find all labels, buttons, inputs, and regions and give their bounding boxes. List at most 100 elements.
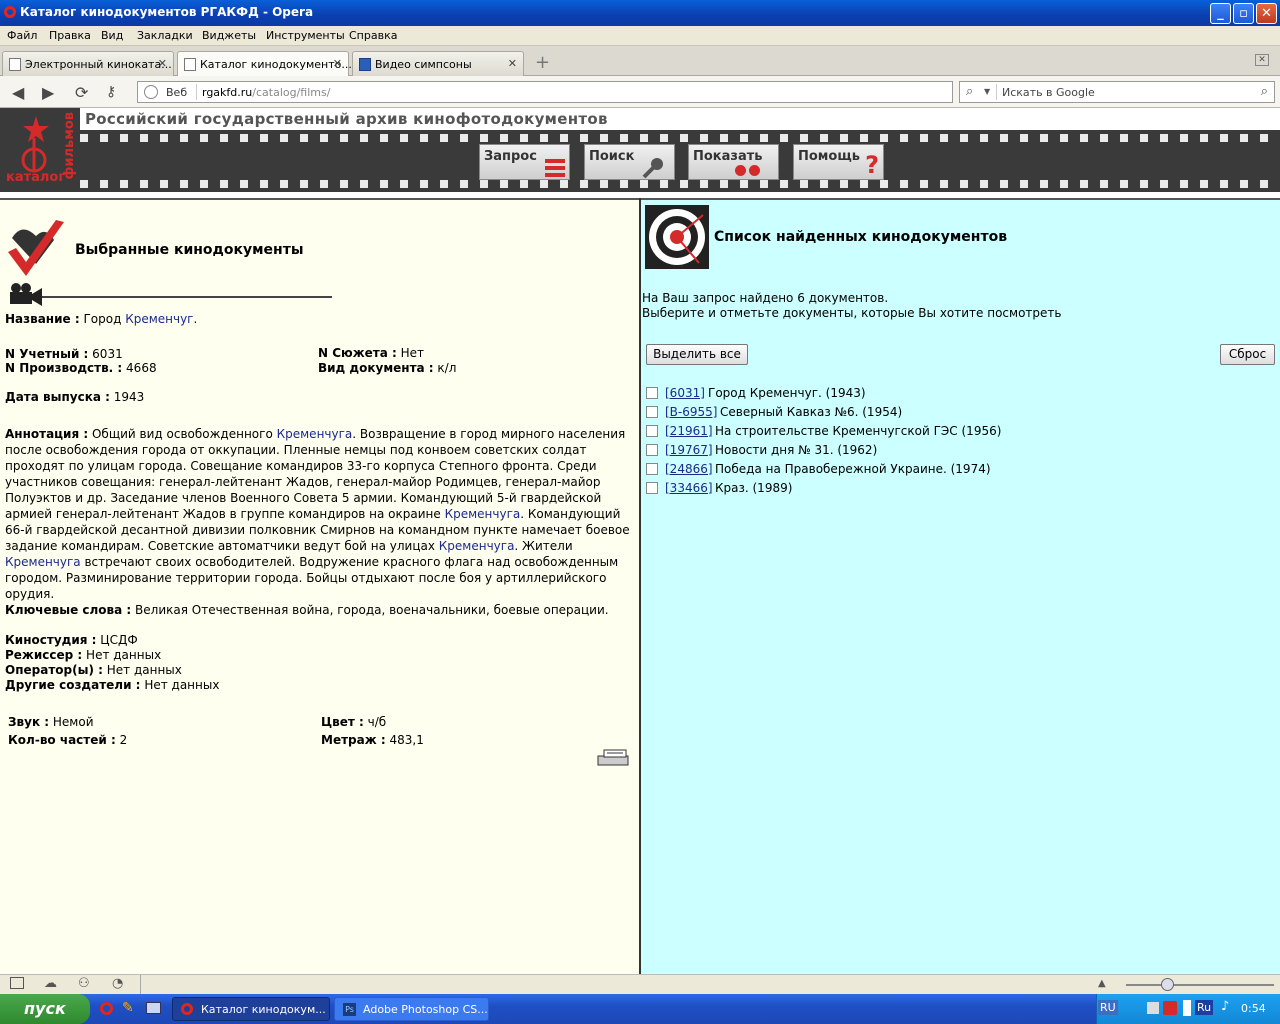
close-window-button[interactable]: ✕ (1256, 3, 1277, 24)
closed-tabs-icon[interactable]: ✕ (1255, 54, 1269, 66)
menu-help[interactable]: Справка (349, 29, 397, 42)
new-tab-icon[interactable]: + (535, 52, 550, 73)
search-engine-icon[interactable]: ⌕ (966, 84, 973, 99)
chevron-down-icon[interactable]: ▼ (984, 87, 990, 96)
search-go-icon[interactable]: ⌕ (1261, 84, 1268, 99)
start-button[interactable]: пуск (0, 994, 90, 1024)
select-all-button[interactable]: Выделить все (646, 344, 748, 365)
result-id-link[interactable]: [6031] (665, 386, 705, 400)
menu-widgets[interactable]: Виджеты (202, 29, 256, 42)
speed-dial-icon[interactable]: ◔ (112, 976, 123, 991)
label: Звук : (8, 715, 50, 729)
result-checkbox[interactable] (646, 482, 658, 494)
wand-key-icon[interactable]: ⚷ (106, 84, 116, 100)
tray-app-icon[interactable] (1183, 1000, 1191, 1016)
production-field: N Производств. : 4668 (5, 361, 157, 375)
value: к/л (437, 361, 457, 375)
keyboard-layout-indicator[interactable]: Ru (1195, 1000, 1214, 1015)
window-title-bar[interactable]: Каталог кинодокументов РГАКФД - Opera _ … (0, 0, 1280, 26)
checkmark-heart-icon (8, 220, 64, 276)
language-indicator[interactable]: RU (1098, 1000, 1118, 1015)
nav-request-button[interactable]: Запрос (479, 144, 570, 180)
label: Киностудия : (5, 633, 97, 647)
menu-view[interactable]: Вид (101, 29, 123, 42)
accession-field: N Учетный : 6031 (5, 347, 123, 361)
annotation-link[interactable]: Кременчуга (445, 507, 521, 521)
results-pane: Список найденных кинодокументов На Ваш з… (641, 198, 1280, 974)
result-checkbox[interactable] (646, 406, 658, 418)
navigation-bar: ◀ ▶ ⟳ ⚷ Веб rgakfd.ru/catalog/films/ ⌕ ▼… (0, 76, 1280, 108)
tray-network-icon[interactable] (1147, 1002, 1159, 1014)
nav-search-button[interactable]: Поиск (584, 144, 675, 180)
back-arrow-icon[interactable]: ◀ (12, 83, 24, 102)
quicklaunch-icon[interactable]: ✎ (122, 1000, 134, 1016)
nav-search-label: Поиск (589, 149, 635, 164)
address-bar[interactable]: Веб rgakfd.ru/catalog/films/ (137, 81, 953, 103)
menu-edit[interactable]: Правка (49, 29, 91, 42)
name-suffix: . (193, 312, 198, 326)
annotation-text: . Жители (514, 539, 573, 553)
volume-icon[interactable]: ♪ (1221, 999, 1229, 1014)
color-field: Цвет : ч/б (321, 715, 386, 729)
menu-bookmarks[interactable]: Закладки (137, 29, 193, 42)
search-box[interactable]: ⌕ ▼ Искать в Google ⌕ (959, 81, 1275, 103)
menu-tools[interactable]: Инструменты (266, 29, 345, 42)
panel-toggle-icon[interactable] (10, 977, 24, 989)
value: Нет данных (144, 678, 220, 692)
result-id-link[interactable]: [В-6955] (665, 405, 717, 419)
share-icon[interactable]: ⚇ (78, 976, 90, 991)
tab-simpsons[interactable]: Видео симпсоны ✕ (352, 51, 524, 76)
window-title: Каталог кинодокументов РГАКФД - Opera (20, 5, 314, 19)
taskbar-task-opera[interactable]: Каталог кинодокум... (172, 997, 330, 1021)
annotation-text: встречают своих освободителей. Водружени… (5, 555, 619, 601)
opera-logo-icon (4, 6, 16, 18)
result-checkbox[interactable] (646, 444, 658, 456)
result-checkbox[interactable] (646, 463, 658, 475)
forward-arrow-icon[interactable]: ▶ (42, 83, 54, 102)
list-icon (545, 159, 565, 177)
dot-icon (735, 165, 746, 176)
reload-icon[interactable]: ⟳ (75, 83, 88, 102)
name-link[interactable]: Кременчуг (125, 312, 193, 326)
opera-quicklaunch-icon[interactable] (100, 1002, 113, 1015)
show-desktop-icon[interactable] (146, 1002, 161, 1014)
cloud-icon[interactable]: ☁ (44, 976, 57, 991)
chevron-up-icon[interactable]: ▲ (1098, 978, 1106, 989)
result-checkbox[interactable] (646, 387, 658, 399)
sound-field: Звук : Немой (8, 715, 94, 729)
result-id-link[interactable]: [21961] (665, 424, 713, 438)
nav-help-button[interactable]: Помощь ? (793, 144, 884, 180)
annotation-link[interactable]: Кременчуга (439, 539, 515, 553)
result-id-link[interactable]: [33466] (665, 481, 713, 495)
zoom-slider-handle[interactable] (1161, 978, 1174, 991)
annotation-link[interactable]: Кременчуга (5, 555, 81, 569)
task-label: Adobe Photoshop CS... (363, 1003, 488, 1016)
dot-icon (749, 165, 760, 176)
result-id-link[interactable]: [19767] (665, 443, 713, 457)
name-prefix: Город (83, 312, 126, 326)
menu-file[interactable]: Файл (7, 29, 37, 42)
annotation-link[interactable]: Кременчуга (277, 427, 353, 441)
length-field: Метраж : 483,1 (321, 733, 424, 747)
address-url[interactable]: rgakfd.ru/catalog/films/ (202, 86, 330, 99)
tab-catalog-electronic[interactable]: Электронный киноката... ✕ (2, 51, 174, 76)
close-tab-icon[interactable]: ✕ (333, 57, 342, 70)
taskbar-task-photoshop[interactable]: Ps Adobe Photoshop CS... (334, 997, 489, 1021)
maximize-button[interactable]: ▫ (1233, 3, 1254, 24)
keywords-field: Ключевые слова : Великая Отечественная в… (5, 603, 609, 617)
tray-antivirus-icon[interactable] (1163, 1001, 1177, 1015)
printer-icon[interactable] (596, 748, 630, 768)
result-id-link[interactable]: [24866] (665, 462, 713, 476)
label: Оператор(ы) : (5, 663, 103, 677)
zoom-slider-track[interactable] (1126, 984, 1274, 986)
minimize-button[interactable]: _ (1210, 3, 1231, 24)
close-tab-icon[interactable]: ✕ (508, 57, 517, 70)
tab-catalog-active[interactable]: Каталог кинодокументо... ✕ (177, 51, 352, 77)
target-icon (645, 205, 709, 269)
windows-taskbar: пуск ✎ Каталог кинодокум... Ps Adobe Pho… (0, 994, 1280, 1024)
result-checkbox[interactable] (646, 425, 658, 437)
close-tab-icon[interactable]: ✕ (158, 57, 167, 70)
reset-button[interactable]: Сброс (1220, 344, 1275, 365)
nav-show-button[interactable]: Показать (688, 144, 779, 180)
question-icon: ? (865, 151, 879, 179)
